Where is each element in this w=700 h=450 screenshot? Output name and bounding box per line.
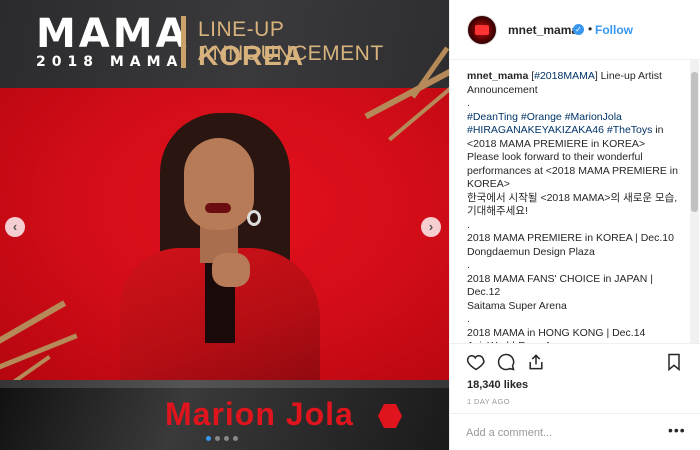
bookmark-icon[interactable] <box>664 352 684 372</box>
separator-dot: • <box>588 22 593 36</box>
mama-logo-icon <box>475 25 489 35</box>
post-sidebar: mnet_mama ✓ • Follow mnet_mama [#2018MAM… <box>449 0 700 450</box>
carousel-dot <box>233 436 238 441</box>
caption-line: . <box>467 219 685 233</box>
hashtag-link[interactable]: #MarionJola <box>565 111 622 123</box>
post-media[interactable]: MAMA 2018 MAMA LINE-UP ANNOUNCEMENT KORE… <box>0 0 449 450</box>
carousel-indicator <box>206 436 238 441</box>
banner-region: KOREA <box>198 40 305 71</box>
caption-line: 2018 MAMA in HONG KONG | Dec.14 <box>467 327 685 341</box>
comment-bar: ••• <box>450 413 700 450</box>
caption-text: Saitama Super Arena <box>467 299 567 312</box>
caption-text: Please look forward to their wonderful p… <box>467 151 678 190</box>
verified-badge-icon: ✓ <box>573 24 584 35</box>
caption-line: 한국에서 시작될 <2018 MAMA>의 새로운 모습, 기대해주세요! <box>467 192 685 219</box>
artist-name: Marion Jola <box>165 396 354 432</box>
caption-text: 한국에서 시작될 <2018 MAMA>의 새로운 모습, 기대해주세요! <box>467 191 678 218</box>
chevron-left-icon: ‹ <box>12 219 18 234</box>
heart-icon[interactable] <box>466 352 486 372</box>
caption-line: Please look forward to their wonderful p… <box>467 151 685 192</box>
hashtag-link[interactable]: #2018MAMA <box>534 70 595 82</box>
comment-input[interactable] <box>466 424 656 442</box>
caption-username[interactable]: mnet_mama <box>467 70 531 82</box>
carousel-dot <box>224 436 229 441</box>
post-actions: 18,340 likes 1 DAY AGO <box>450 343 700 413</box>
hashtag-link[interactable]: #HIRAGANAKEYAKIZAKA46 <box>467 124 604 136</box>
like-count[interactable]: 18,340 likes <box>467 379 528 391</box>
carousel-next-button[interactable]: › <box>421 217 441 237</box>
caption-line: 2018 MAMA PREMIERE in KOREA | Dec.10 <box>467 232 685 246</box>
caption-line: #DeanTing #Orange #MarionJola #HIRAGANAK… <box>467 111 685 152</box>
more-options-icon[interactable]: ••• <box>668 422 686 438</box>
username-link[interactable]: mnet_mama <box>508 23 578 37</box>
share-icon[interactable] <box>526 352 546 372</box>
caption-text: Dongdaemun Design Plaza <box>467 245 595 258</box>
caption-line: mnet_mama [#2018MAMA] Line-up Artist Ann… <box>467 70 685 97</box>
banner-divider <box>181 16 186 68</box>
caption-line: 2018 MAMA FANS' CHOICE in JAPAN | Dec.12 <box>467 273 685 300</box>
mama-logo: MAMA <box>36 11 190 57</box>
caption-text: 2018 MAMA PREMIERE in KOREA | Dec.10 <box>467 232 674 244</box>
caption-text: 2018 MAMA in HONG KONG | Dec.14 <box>467 326 646 339</box>
hashtag-link[interactable]: #Orange <box>521 111 562 123</box>
caption-scroll-area[interactable]: mnet_mama [#2018MAMA] Line-up Artist Ann… <box>450 60 700 343</box>
post-timestamp[interactable]: 1 DAY AGO <box>467 397 510 406</box>
caption-text: . <box>467 218 470 231</box>
mama-logo-sub: 2018 MAMA <box>36 54 184 70</box>
caption-line: . <box>467 313 685 327</box>
caption-line: Saitama Super Arena <box>467 300 685 314</box>
hashtag-link[interactable]: #TheToys <box>607 124 653 136</box>
avatar[interactable] <box>467 15 497 45</box>
caption-line: Dongdaemun Design Plaza <box>467 246 685 260</box>
post-caption: mnet_mama [#2018MAMA] Line-up Artist Ann… <box>467 70 685 343</box>
chevron-right-icon: › <box>428 219 434 234</box>
follow-button[interactable]: Follow <box>595 23 633 37</box>
caption-text: 2018 MAMA FANS' CHOICE in JAPAN | Dec.12 <box>467 272 654 299</box>
carousel-prev-button[interactable]: ‹ <box>5 217 25 237</box>
caption-text: . <box>467 313 470 325</box>
caption-text: . <box>467 259 470 271</box>
post-header: mnet_mama ✓ • Follow <box>450 0 700 60</box>
event-banner: MAMA 2018 MAMA LINE-UP ANNOUNCEMENT KORE… <box>0 0 449 88</box>
caption-line: . <box>467 97 685 111</box>
hashtag-link[interactable]: #DeanTing <box>467 111 518 123</box>
comment-icon[interactable] <box>496 352 516 372</box>
caption-text: . <box>467 97 470 109</box>
carousel-dot <box>215 436 220 441</box>
carousel-dot <box>206 436 211 441</box>
caption-line: . <box>467 259 685 273</box>
scrollbar-thumb[interactable] <box>691 72 698 212</box>
